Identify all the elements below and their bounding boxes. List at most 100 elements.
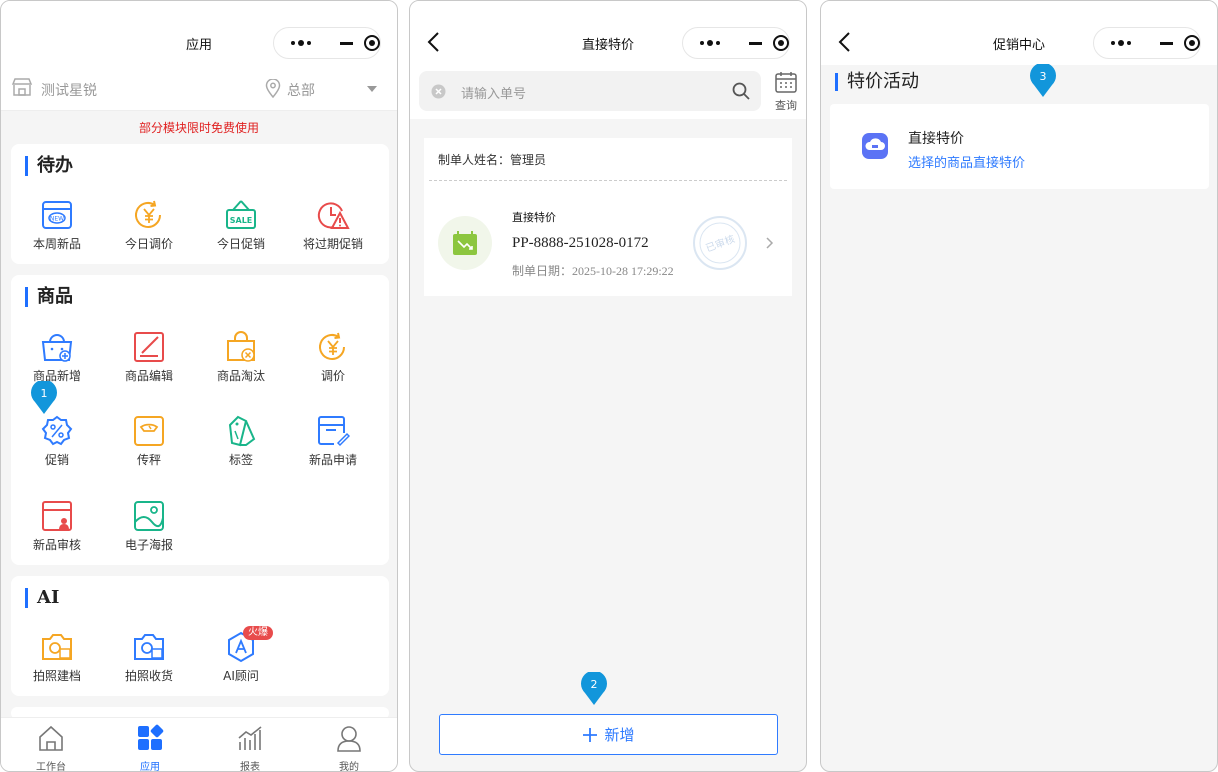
minimize-icon[interactable] [328,41,364,45]
add-button[interactable]: 新增 [439,714,778,755]
order-date: 制单日期：2025-10-28 17:29:22 [512,264,674,278]
section-title: 待办 [25,156,73,176]
nav-bar: 促销中心 [821,1,1217,65]
grid-item-product-edit[interactable]: 商品编辑 [103,331,195,384]
discount-badge-icon [41,415,73,446]
scale-icon [134,416,164,446]
tab-label: 报表 [240,762,260,772]
mini-program-capsule [682,27,790,59]
query-button[interactable]: 查询 [772,71,800,113]
grid-item-scale-sync[interactable]: 传秤 [103,415,195,468]
clear-icon[interactable] [431,84,446,99]
camera-box-icon [42,634,72,660]
grid-item-label-print[interactable]: 标签 [195,415,287,468]
query-label: 查询 [775,99,797,112]
tab-workbench[interactable]: 工作台 [1,724,101,772]
hot-badge: 火爆 [243,626,273,640]
sale-tag-icon: SALE [226,200,256,229]
grid-item-label: 拍照建档 [32,669,81,683]
home-icon [39,725,63,751]
close-program-icon[interactable] [1184,35,1200,51]
section-title: 商品 [25,287,73,307]
promo-name: 直接特价 [908,131,964,147]
grid-item-ai-advisor[interactable]: AI顾问 [195,631,287,684]
search-placeholder: 请输入单号 [461,87,527,102]
grid-item-label: 拍照收货 [124,669,173,683]
grid-item-today-price[interactable]: 今日调价 [103,199,195,252]
grid-item-product-add[interactable]: 商品新增 [11,331,103,384]
location-name: 总部 [287,83,315,99]
promo-cloud-icon [862,133,888,159]
expiring-alert-icon [317,202,350,229]
step-marker: 1 [30,379,58,415]
mini-program-capsule [273,27,381,59]
new-product-icon: NEW [42,201,72,229]
basket-add-icon [41,334,73,362]
more-icon[interactable] [683,40,737,46]
search-icon[interactable] [732,82,750,100]
order-card[interactable]: 制单人姓名：管理员 直接特价 PP-8888-251028-0172 制单日期：… [424,138,792,296]
svg-text:NEW: NEW [50,216,64,223]
tab-label: 应用 [140,762,160,772]
poster-icon [134,501,164,531]
grid-item-label: 商品编辑 [124,369,173,383]
grid-item-promotion[interactable]: 促销 [11,415,103,468]
svg-text:已审核: 已审核 [704,232,737,254]
grid-item-photo-archive[interactable]: 拍照建档 [11,631,103,684]
order-number: PP-8888-251028-0172 [512,235,649,251]
step-marker: 2 [580,670,608,706]
direct-special-price-screen: 直接特价 请输入单号 查询 制单人姓名：管理员 直接特价 PP-8888-251… [409,0,807,772]
grid-item-label: 商品淘汰 [216,369,265,383]
tab-label: 工作台 [36,762,66,772]
search-bar: 请输入单号 查询 [410,65,806,119]
grid-item-label: AI顾问 [223,669,259,683]
close-program-icon[interactable] [364,35,380,51]
chart-icon [238,726,262,750]
tag-icon [228,415,256,447]
store-icon [11,78,33,96]
grid-item-e-poster[interactable]: 电子海报 [103,500,195,553]
tab-reports[interactable]: 报表 [200,724,300,772]
grid-item-product-remove[interactable]: 商品淘汰 [195,331,287,384]
grid-item-label: 电子海报 [124,538,173,552]
chevron-down-icon [367,86,377,92]
svg-text:SALE: SALE [230,216,253,225]
price-adjust-icon [319,332,345,360]
user-icon [337,726,361,752]
grid-item-expiring-promo[interactable]: 将过期促销 [287,199,379,252]
grid-item-today-promo[interactable]: SALE 今日促销 [195,199,287,252]
calendar-icon [775,72,797,93]
promo-item-direct-price[interactable]: 直接特价 选择的商品直接特价 [830,104,1209,189]
nav-bar: 直接特价 [410,1,806,65]
grid-item-label: 标签 [228,453,253,467]
close-program-icon[interactable] [773,35,789,51]
minimize-icon[interactable] [737,41,773,45]
order-type-icon [438,216,492,270]
minimize-icon[interactable] [1148,41,1184,45]
divider [429,180,787,181]
grid-item-new-review[interactable]: 新品审核 [11,500,103,553]
edit-icon [134,332,164,362]
store-name: 测试星锐 [41,83,97,99]
chevron-right-icon [766,237,774,249]
tab-apps[interactable]: 应用 [100,724,200,772]
store-selector[interactable]: 测试星锐 总部 [1,65,397,111]
section-title: 特价活动 [835,73,919,91]
more-icon[interactable] [274,40,328,46]
grid-item-new-request[interactable]: 新品申请 [287,415,379,468]
add-button-label: 新增 [604,726,635,744]
more-icon[interactable] [1094,40,1148,46]
grid-item-label: 调价 [320,369,345,383]
notice-banner: 部分模块限时免费使用 [138,121,259,135]
grid-item-reprice[interactable]: 调价 [287,331,379,384]
bag-remove-icon [227,331,255,362]
request-box-icon [318,416,350,447]
price-down-icon [453,231,477,255]
grid-item-label: 今日调价 [124,237,173,251]
grid-item-photo-receive[interactable]: 拍照收货 [103,631,195,684]
promotion-center-screen: 促销中心 特价活动 直接特价 选择的商品直接特价 3 [820,0,1218,772]
search-input[interactable]: 请输入单号 [419,71,761,111]
apps-grid-icon [138,724,164,750]
grid-item-new-this-week[interactable]: NEW 本周新品 [11,199,103,252]
tab-mine[interactable]: 我的 [299,724,397,771]
